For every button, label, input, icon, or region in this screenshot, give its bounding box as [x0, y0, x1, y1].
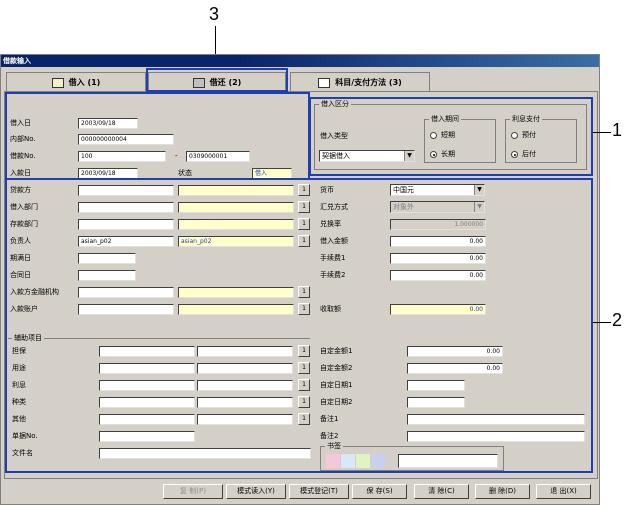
- load-pattern-button[interactable]: 模式读入(Y): [226, 484, 286, 499]
- form-icon: [318, 77, 331, 88]
- copy-button[interactable]: 复 制(P): [163, 484, 223, 499]
- callout-box-2-left: [5, 92, 310, 180]
- callout-box-2: [5, 178, 593, 473]
- callout-line-1: [593, 132, 611, 133]
- exit-button[interactable]: 退 出(X): [536, 484, 591, 499]
- tab-borrow[interactable]: 借入 (1): [6, 72, 146, 92]
- book-icon: [51, 77, 64, 88]
- tab-subject-payment[interactable]: 科目/支付方法 (3): [290, 72, 430, 92]
- callout-box-3: [146, 68, 288, 92]
- callout-number-3: 3: [209, 4, 220, 24]
- clear-button[interactable]: 清 除(C): [414, 484, 469, 499]
- save-pattern-button[interactable]: 模式登记(T): [289, 484, 349, 499]
- window-title: 借款输入: [1, 55, 599, 67]
- save-button[interactable]: 保 存(S): [352, 484, 407, 499]
- callout-number-2: 2: [612, 310, 623, 330]
- callout-box-1: [309, 97, 593, 176]
- callout-line-2: [593, 322, 611, 323]
- delete-button[interactable]: 删 除(D): [475, 484, 530, 499]
- callout-number-1: 1: [612, 120, 623, 140]
